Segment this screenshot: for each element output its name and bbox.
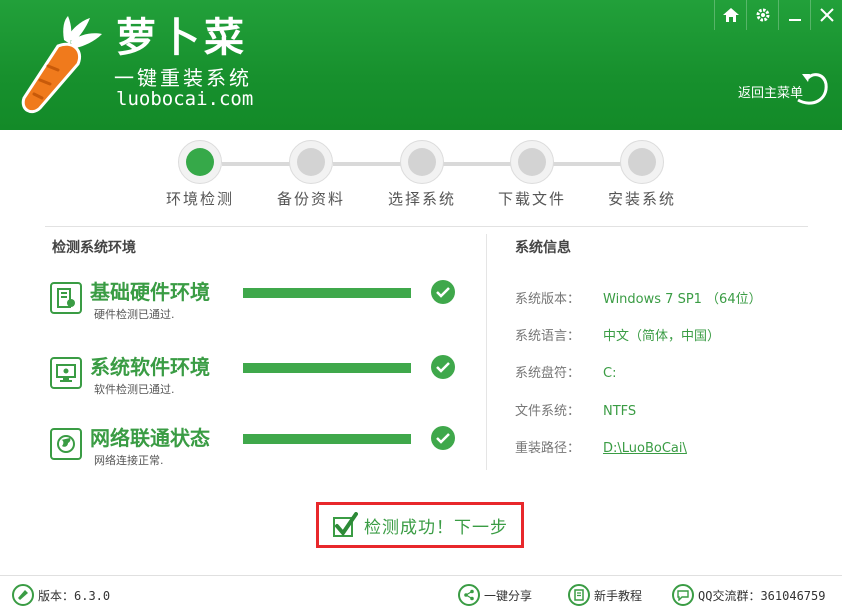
- divider: [45, 226, 808, 227]
- sysinfo-row-language: 系统语言： 中文（简体，中国）: [515, 325, 720, 344]
- checkmark-icon: [431, 355, 455, 379]
- hardware-icon: [50, 282, 82, 314]
- step-environment-check: 环境检测: [150, 140, 250, 209]
- share-icon: [458, 584, 480, 606]
- sysinfo-label: 文件系统：: [515, 404, 581, 419]
- share-button[interactable]: 一键分享: [458, 584, 532, 606]
- chat-icon: [672, 584, 694, 606]
- next-step-label: 检测成功！下一步: [364, 517, 508, 538]
- reinstall-path-link[interactable]: D:\LuoBoCai\: [603, 441, 687, 456]
- tutorial-label: 新手教程: [594, 588, 643, 603]
- progress-fill: [243, 288, 411, 298]
- step-label: 选择系统: [387, 190, 456, 208]
- next-button-highlight: 检测成功！下一步: [316, 502, 524, 548]
- step-circle: [620, 140, 664, 184]
- vertical-divider: [486, 234, 487, 470]
- checkbox-checked-icon: [333, 512, 358, 537]
- version-info: 版本：6.3.0: [12, 584, 110, 606]
- check-progress-bar: [243, 288, 411, 298]
- step-progress: 环境检测 备份资料 选择系统 下载文件 安装系统: [150, 140, 710, 210]
- check-software: 系统软件环境 软件检测已通过.: [48, 351, 468, 411]
- step-label: 安装系统: [607, 190, 676, 208]
- check-status: 硬件检测已通过.: [94, 308, 175, 321]
- step-backup: 备份资料: [261, 140, 361, 209]
- progress-fill: [243, 363, 411, 373]
- step-label: 备份资料: [276, 190, 345, 208]
- next-step-button[interactable]: 检测成功！下一步: [323, 509, 517, 541]
- check-progress-bar: [243, 363, 411, 373]
- step-select-system: 选择系统: [372, 140, 472, 209]
- sysinfo-value: 中文（简体，中国）: [603, 329, 721, 344]
- step-circle: [400, 140, 444, 184]
- step-download: 下载文件: [482, 140, 582, 209]
- software-icon: [50, 357, 82, 389]
- sysinfo-label: 系统版本：: [515, 292, 581, 307]
- brand-name: 萝卜菜: [116, 15, 248, 61]
- sysinfo-row-filesystem: 文件系统： NTFS: [515, 400, 636, 419]
- network-globe-icon: [50, 428, 82, 460]
- sysinfo-value: Windows 7 SP1 （64位）: [603, 292, 762, 307]
- brand-slogan: 一键重装系统: [114, 66, 252, 90]
- carrot-logo-icon: [21, 16, 102, 114]
- step-circle: [510, 140, 554, 184]
- version-text: 版本：6.3.0: [38, 588, 111, 603]
- check-status: 软件检测已通过.: [94, 383, 175, 396]
- back-arrow-icon: [797, 73, 828, 105]
- check-title: 网络联通状态: [90, 426, 210, 450]
- progress-fill: [243, 434, 411, 444]
- sysinfo-row-path: 重装路径： D:\LuoBoCai\: [515, 437, 687, 456]
- check-panel-title: 检测系统环境: [52, 240, 136, 256]
- app-footer: 版本：6.3.0 一键分享 新手教程 QQ交流群：361046759: [0, 575, 842, 613]
- checkmark-icon: [431, 426, 455, 450]
- sysinfo-value: C:: [603, 366, 617, 381]
- sysinfo-value: NTFS: [603, 404, 637, 419]
- close-icon: [819, 8, 834, 22]
- sysinfo-row-version: 系统版本： Windows 7 SP1 （64位）: [515, 288, 762, 307]
- sysinfo-row-drive: 系统盘符： C:: [515, 362, 616, 381]
- home-icon: [722, 8, 739, 22]
- sysinfo-label: 系统语言：: [515, 329, 581, 344]
- step-circle: [289, 140, 333, 184]
- book-icon: [568, 584, 590, 606]
- step-circle: [178, 140, 222, 184]
- share-label: 一键分享: [484, 588, 533, 603]
- settings-button[interactable]: [746, 0, 778, 30]
- checkmark-icon: [431, 280, 455, 304]
- sysinfo-panel-title: 系统信息: [515, 240, 571, 256]
- minimize-icon: [788, 19, 801, 21]
- app-header: 萝卜菜 一键重装系统 luobocai.com 返回主菜单: [0, 0, 842, 130]
- minimize-button[interactable]: [778, 0, 810, 30]
- close-button[interactable]: [810, 0, 842, 30]
- check-network: 网络联通状态 网络连接正常.: [48, 422, 468, 482]
- step-label: 下载文件: [497, 190, 566, 208]
- window-controls: [714, 0, 842, 30]
- step-label: 环境检测: [165, 190, 234, 208]
- brand-url: luobocai.com: [116, 88, 254, 110]
- carrot-small-icon: [12, 584, 34, 606]
- gear-icon: [756, 8, 769, 22]
- check-title: 基础硬件环境: [90, 280, 210, 304]
- tutorial-button[interactable]: 新手教程: [568, 584, 642, 606]
- check-title: 系统软件环境: [90, 355, 210, 379]
- sysinfo-label: 系统盘符：: [515, 366, 581, 381]
- back-main-menu-button[interactable]: 返回主菜单: [736, 70, 832, 110]
- check-progress-bar: [243, 434, 411, 444]
- check-hardware: 基础硬件环境 硬件检测已通过.: [48, 276, 468, 336]
- qq-group-label: QQ交流群：361046759: [698, 588, 826, 603]
- qq-group-button[interactable]: QQ交流群：361046759: [672, 584, 825, 606]
- sysinfo-label: 重装路径：: [515, 441, 581, 456]
- check-status: 网络连接正常.: [94, 454, 164, 467]
- step-install: 安装系统: [592, 140, 692, 209]
- home-button[interactable]: [714, 0, 746, 30]
